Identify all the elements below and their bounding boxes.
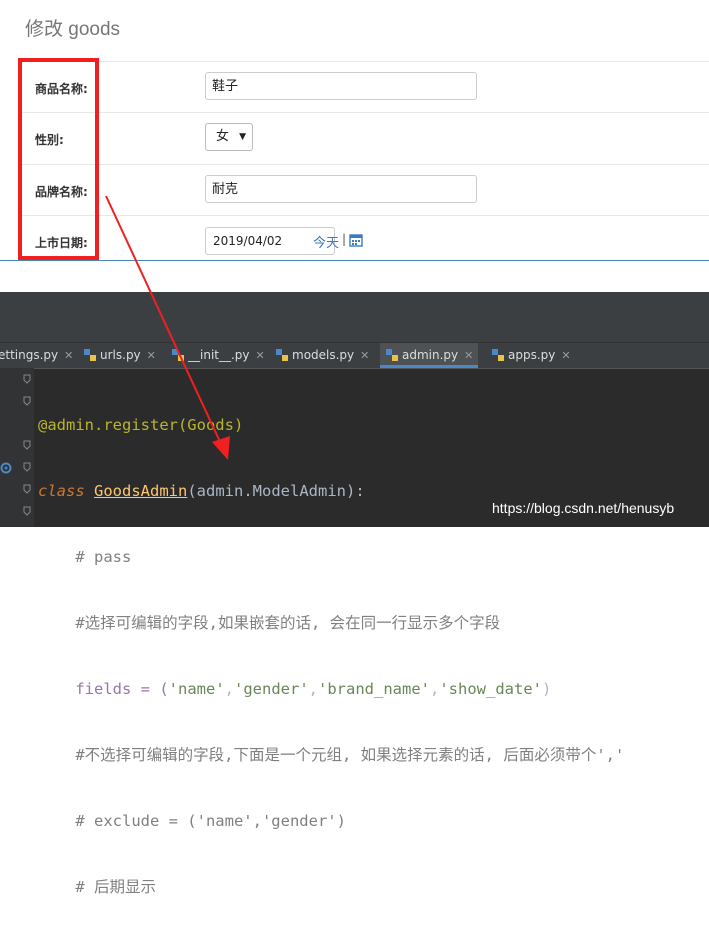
close-icon[interactable]: ✕ xyxy=(64,349,73,362)
tab-bar: ettings.py ✕ urls.py ✕ __init__.py ✕ models… xyxy=(0,343,709,369)
close-icon[interactable]: ✕ xyxy=(256,349,265,362)
fold-icon[interactable] xyxy=(22,396,32,406)
tab-label: __init__.py xyxy=(188,348,250,362)
calendar-icon[interactable] xyxy=(349,233,363,247)
code-area[interactable]: @admin.register(Goods) class GoodsAdmin(… xyxy=(38,370,624,942)
separator: | xyxy=(342,232,347,246)
python-file-icon xyxy=(276,349,288,361)
form-row-gender: 性别: 女 ▼ xyxy=(18,112,709,164)
fold-icon[interactable] xyxy=(22,462,32,472)
code-line: #不选择可编辑的字段,下面是一个元组, 如果选择元素的话, 后面必须带个',' xyxy=(38,746,625,764)
tab-init[interactable]: __init__.py ✕ xyxy=(172,343,272,368)
divider xyxy=(0,260,709,261)
tab-models[interactable]: models.py ✕ xyxy=(276,343,376,368)
form-row-brand: 品牌名称: 耐克 xyxy=(18,164,709,216)
ide-editor: ettings.py ✕ urls.py ✕ __init__.py ✕ models… xyxy=(0,292,709,896)
tab-label: models.py xyxy=(292,348,355,362)
close-icon[interactable]: ✕ xyxy=(561,349,570,362)
fold-icon[interactable] xyxy=(22,484,32,494)
code-line: #选择可编辑的字段,如果嵌套的话, 会在同一行显示多个字段 xyxy=(38,614,501,632)
form-row-name: 商品名称: 鞋子 xyxy=(18,61,709,113)
tab-label: ettings.py xyxy=(0,348,59,362)
chevron-down-icon: ▼ xyxy=(239,132,246,142)
close-icon[interactable]: ✕ xyxy=(464,349,473,362)
tab-settings[interactable]: ettings.py ✕ xyxy=(0,343,74,368)
watermark: https://blog.csdn.net/henusyb xyxy=(492,500,675,516)
python-file-icon xyxy=(386,349,398,361)
code-line: class GoodsAdmin(admin.ModelAdmin): xyxy=(38,482,365,500)
today-link[interactable]: 今天 xyxy=(313,232,339,251)
code-line: # pass xyxy=(38,548,132,566)
tab-admin[interactable]: admin.py ✕ xyxy=(380,343,478,368)
fold-icon[interactable] xyxy=(22,506,32,516)
code-line: fields = ('name','gender','brand_name','… xyxy=(38,680,552,698)
name-input[interactable]: 鞋子 xyxy=(205,72,477,100)
code-line: @admin.register(Goods) xyxy=(38,416,244,434)
tab-urls[interactable]: urls.py ✕ xyxy=(84,343,168,368)
gender-select-value: 女 xyxy=(216,129,230,144)
close-icon[interactable]: ✕ xyxy=(147,349,156,362)
tab-label: apps.py xyxy=(508,348,556,362)
code-line: # 后期显示 xyxy=(38,878,156,896)
code-line: # exclude = ('name','gender') xyxy=(38,812,346,830)
close-icon[interactable]: ✕ xyxy=(360,349,369,362)
brand-input[interactable]: 耐克 xyxy=(205,175,477,203)
admin-form-panel: 修改 goods 商品名称: 鞋子 性别: 女 ▼ 品牌名称: 耐克 上市日期:… xyxy=(0,0,709,262)
override-marker-icon[interactable] xyxy=(0,462,12,474)
python-file-icon xyxy=(492,349,504,361)
tab-apps[interactable]: apps.py ✕ xyxy=(492,343,582,368)
ide-toolbar xyxy=(0,292,709,343)
python-file-icon xyxy=(84,349,96,361)
fold-icon[interactable] xyxy=(22,374,32,384)
highlight-box xyxy=(18,58,99,260)
tab-label: urls.py xyxy=(100,348,141,362)
python-file-icon xyxy=(172,349,184,361)
gender-select[interactable]: 女 ▼ xyxy=(205,123,253,151)
page-title: 修改 goods xyxy=(25,19,121,40)
tab-label: admin.py xyxy=(402,348,459,362)
fold-icon[interactable] xyxy=(22,440,32,450)
editor-gutter xyxy=(0,368,34,527)
